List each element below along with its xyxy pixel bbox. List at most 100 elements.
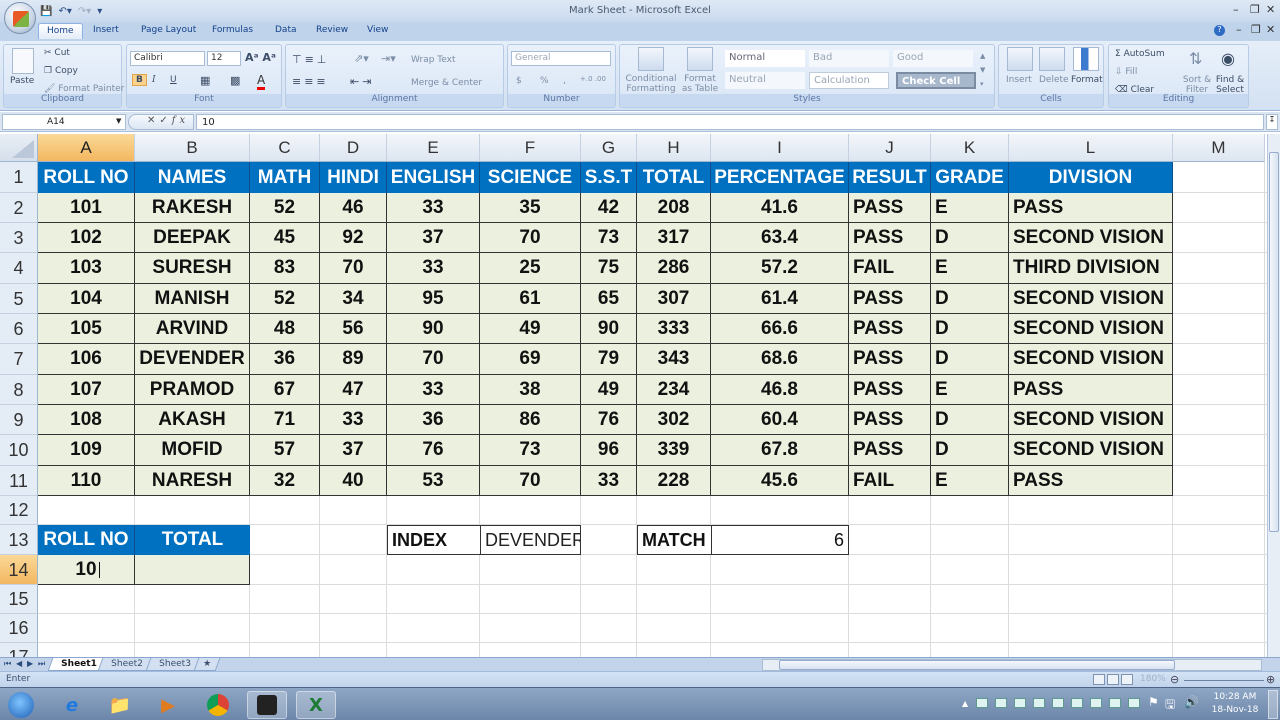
- lookup-total-header[interactable]: TOTAL: [135, 525, 250, 555]
- comma-button[interactable]: ,: [563, 76, 566, 86]
- tray-icon[interactable]: [1052, 698, 1064, 708]
- cancel-entry-icon[interactable]: ✕: [147, 115, 159, 126]
- undo-icon[interactable]: ↶▾: [58, 6, 71, 17]
- zoom-out-icon[interactable]: ⊖: [1170, 673, 1179, 686]
- tray-icon[interactable]: [976, 698, 988, 708]
- style-neutral[interactable]: Neutral: [725, 72, 805, 89]
- column-header-i[interactable]: I: [711, 134, 849, 162]
- table-cell[interactable]: 65: [581, 284, 637, 314]
- name-box[interactable]: A14: [2, 114, 126, 130]
- table-cell[interactable]: 343: [637, 344, 711, 375]
- table-cell[interactable]: 68.6: [711, 344, 849, 375]
- table-cell[interactable]: 108: [38, 405, 135, 435]
- restore-button[interactable]: ❐: [1250, 3, 1260, 16]
- minimize-button[interactable]: –: [1233, 3, 1239, 16]
- table-cell[interactable]: 106: [38, 344, 135, 375]
- file-explorer-icon[interactable]: 📁: [100, 691, 140, 719]
- style-bad[interactable]: Bad: [809, 50, 889, 67]
- tab-formulas[interactable]: Formulas: [212, 25, 253, 35]
- table-cell[interactable]: 36: [250, 344, 320, 375]
- column-header-a[interactable]: A: [38, 134, 135, 162]
- table-cell[interactable]: D: [931, 223, 1009, 253]
- table-cell[interactable]: 79: [581, 344, 637, 375]
- table-cell[interactable]: 73: [581, 223, 637, 253]
- table-cell[interactable]: E: [931, 466, 1009, 496]
- tray-icon[interactable]: [1014, 698, 1026, 708]
- insert-function-icon[interactable]: fx: [172, 115, 189, 126]
- find-select-button[interactable]: Find & Select: [1213, 75, 1247, 95]
- table-cell[interactable]: 69: [480, 344, 581, 375]
- underline-button[interactable]: U: [170, 75, 177, 85]
- table-cell[interactable]: THIRD DIVISION: [1009, 253, 1173, 284]
- column-header-c[interactable]: C: [250, 134, 320, 162]
- table-cell[interactable]: SECOND VISION: [1009, 223, 1173, 253]
- currency-button[interactable]: $: [516, 76, 522, 86]
- vertical-scrollbar[interactable]: [1267, 134, 1280, 657]
- table-cell[interactable]: PASS: [1009, 193, 1173, 223]
- row-header-9[interactable]: 9: [0, 405, 38, 435]
- table-header-cell[interactable]: TOTAL: [637, 162, 711, 193]
- format-painter-button[interactable]: 🖌 Format Painter: [44, 84, 124, 94]
- table-cell[interactable]: 48: [250, 314, 320, 344]
- table-cell[interactable]: SECOND VISION: [1009, 344, 1173, 375]
- table-cell[interactable]: 75: [581, 253, 637, 284]
- table-cell[interactable]: 32: [250, 466, 320, 496]
- close-button[interactable]: ✕: [1266, 3, 1275, 16]
- table-cell[interactable]: 90: [387, 314, 480, 344]
- table-cell[interactable]: 103: [38, 253, 135, 284]
- table-cell[interactable]: SECOND VISION: [1009, 405, 1173, 435]
- match-result[interactable]: 6: [711, 525, 849, 555]
- table-cell[interactable]: D: [931, 344, 1009, 375]
- column-header-e[interactable]: E: [387, 134, 480, 162]
- column-header-d[interactable]: D: [320, 134, 387, 162]
- table-cell[interactable]: 71: [250, 405, 320, 435]
- table-cell[interactable]: 66.6: [711, 314, 849, 344]
- table-cell[interactable]: 37: [320, 435, 387, 466]
- table-cell[interactable]: PASS: [849, 435, 931, 466]
- style-check-cell[interactable]: Check Cell: [896, 72, 976, 89]
- table-cell[interactable]: 90: [581, 314, 637, 344]
- column-header-l[interactable]: L: [1009, 134, 1173, 162]
- table-cell[interactable]: 52: [250, 193, 320, 223]
- action-center-flag-icon[interactable]: ⚑: [1148, 695, 1159, 709]
- table-cell[interactable]: PASS: [1009, 466, 1173, 496]
- table-cell[interactable]: 47: [320, 375, 387, 405]
- excel-taskbar-icon[interactable]: X: [296, 691, 336, 719]
- table-cell[interactable]: D: [931, 405, 1009, 435]
- save-icon[interactable]: 💾: [40, 6, 52, 17]
- worksheet-grid[interactable]: A B C D E F G H I J K L M 1 2 3 4 5 6 7 8 9 10 11 12 13 14 15 16 17 RO…: [0, 134, 1267, 657]
- style-good[interactable]: Good: [893, 50, 973, 67]
- table-cell[interactable]: FAIL: [849, 253, 931, 284]
- table-cell[interactable]: 286: [637, 253, 711, 284]
- table-cell[interactable]: PASS: [849, 223, 931, 253]
- tab-insert[interactable]: Insert: [93, 25, 119, 35]
- table-cell[interactable]: SECOND VISION: [1009, 435, 1173, 466]
- table-cell[interactable]: 34: [320, 284, 387, 314]
- table-cell[interactable]: 45: [250, 223, 320, 253]
- table-header-cell[interactable]: GRADE: [931, 162, 1009, 193]
- column-header-m[interactable]: M: [1173, 134, 1265, 162]
- table-cell[interactable]: 42: [581, 193, 637, 223]
- tray-icon[interactable]: [1109, 698, 1121, 708]
- insert-sheet-button[interactable]: ★: [193, 658, 221, 671]
- table-cell[interactable]: PASS: [1009, 375, 1173, 405]
- table-cell[interactable]: E: [931, 193, 1009, 223]
- paste-button[interactable]: Paste: [10, 76, 34, 86]
- show-desktop-button[interactable]: [1268, 690, 1278, 719]
- table-cell[interactable]: 92: [320, 223, 387, 253]
- font-name-select[interactable]: Calibri: [130, 51, 205, 66]
- table-cell[interactable]: 67: [250, 375, 320, 405]
- table-cell[interactable]: PASS: [849, 405, 931, 435]
- table-cell[interactable]: 101: [38, 193, 135, 223]
- indent-decrease-increase[interactable]: ⇤⇥: [350, 75, 374, 88]
- table-cell[interactable]: SECOND VISION: [1009, 284, 1173, 314]
- row-header-1[interactable]: 1: [0, 162, 38, 193]
- lookup-roll-input[interactable]: 10: [38, 555, 135, 585]
- page-break-view-button[interactable]: [1121, 674, 1133, 685]
- zoom-in-icon[interactable]: ⊕: [1266, 673, 1275, 686]
- table-cell[interactable]: 333: [637, 314, 711, 344]
- table-cell[interactable]: 317: [637, 223, 711, 253]
- table-cell[interactable]: 56: [320, 314, 387, 344]
- table-cell[interactable]: 41.6: [711, 193, 849, 223]
- index-result[interactable]: DEVENDER: [480, 525, 581, 555]
